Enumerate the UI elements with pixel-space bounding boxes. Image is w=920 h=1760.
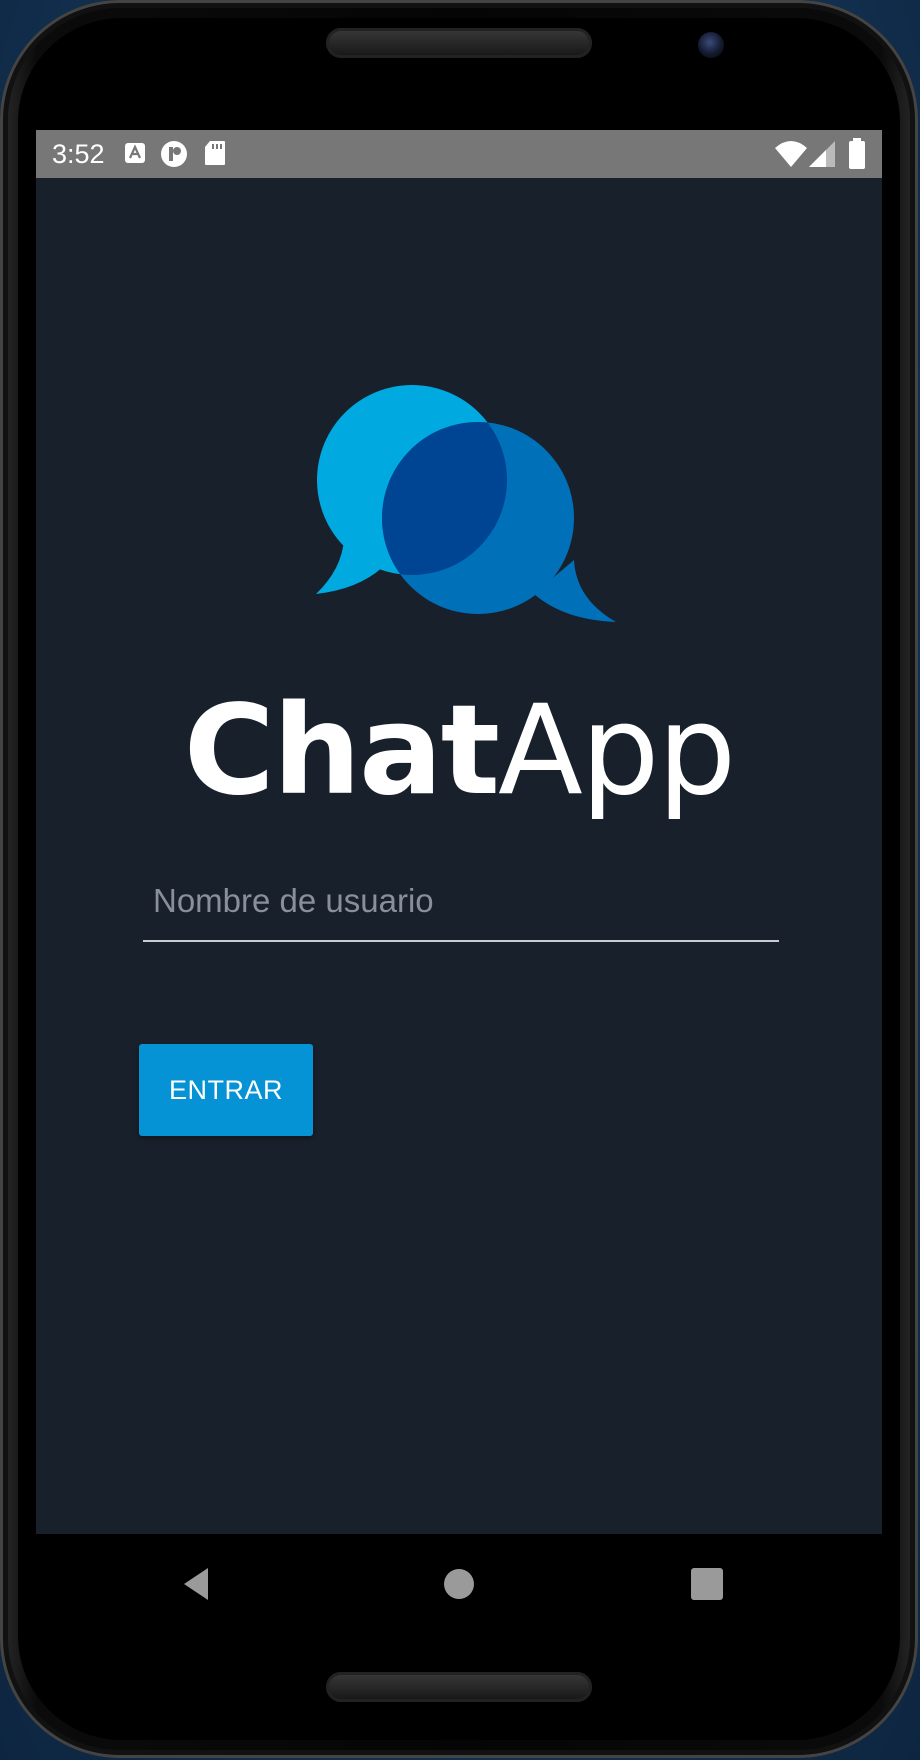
- cellular-signal-icon: [809, 141, 835, 167]
- navigation-bar: [36, 1534, 882, 1634]
- back-icon[interactable]: [176, 1562, 220, 1606]
- earpiece-speaker: [326, 28, 592, 58]
- username-input[interactable]: [143, 862, 779, 942]
- bottom-speaker: [326, 1672, 592, 1702]
- chat-bubbles-logo: [316, 385, 616, 622]
- recents-icon[interactable]: [685, 1562, 729, 1606]
- device-screen: 3:52 ChatApp Nombre de usuario ENTRAR: [36, 130, 882, 1534]
- battery-icon: [849, 138, 865, 169]
- status-bar: 3:52: [36, 130, 882, 178]
- enter-button[interactable]: ENTRAR: [139, 1044, 313, 1136]
- home-icon[interactable]: [437, 1562, 481, 1606]
- status-time: 3:52: [52, 139, 105, 169]
- lens-notification-icon: [161, 141, 187, 167]
- app-title: ChatApp: [36, 676, 882, 826]
- front-camera: [698, 32, 724, 58]
- text-a-notification-icon: [125, 143, 145, 163]
- app-title-chat: Chat: [183, 679, 500, 823]
- app-title-app: App: [497, 679, 736, 823]
- sd-card-icon: [205, 141, 225, 165]
- login-screen: ChatApp ENTRAR: [36, 178, 882, 1534]
- wifi-icon: [775, 141, 807, 167]
